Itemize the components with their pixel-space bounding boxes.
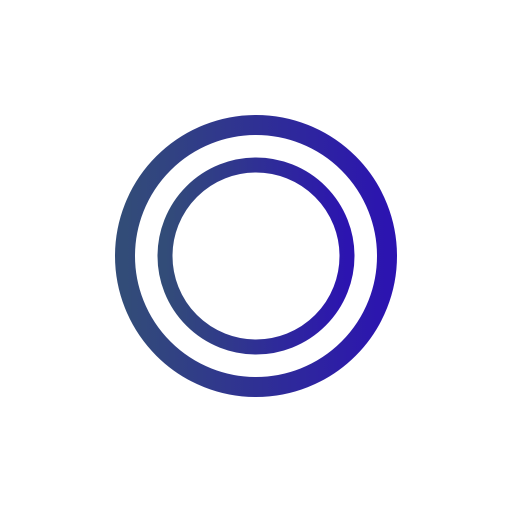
- concentric-rings-icon: [115, 115, 397, 397]
- icon-canvas: [0, 0, 512, 512]
- inner-ring: [157, 157, 355, 355]
